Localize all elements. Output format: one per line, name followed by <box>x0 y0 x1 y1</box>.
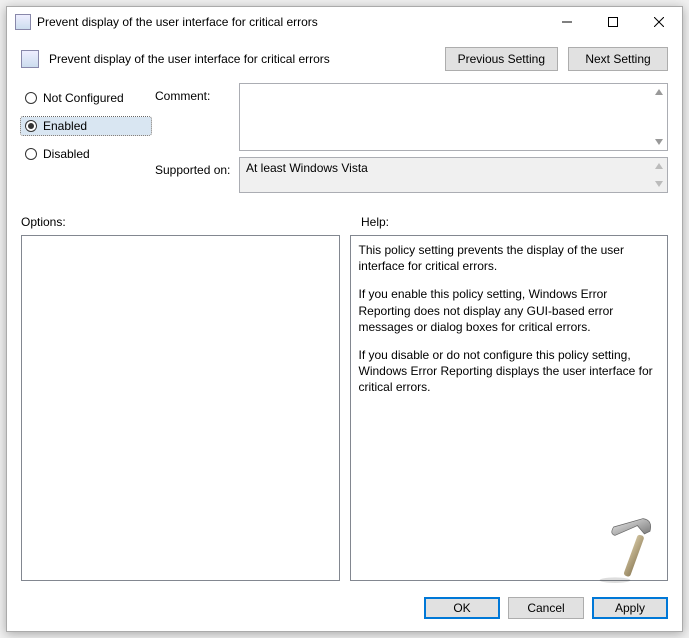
footer-buttons: OK Cancel Apply <box>7 589 682 631</box>
comment-label: Comment: <box>155 83 235 103</box>
help-paragraph: If you enable this policy setting, Windo… <box>359 286 660 335</box>
supported-label: Supported on: <box>155 157 235 177</box>
maximize-icon <box>608 17 618 27</box>
policy-icon <box>21 50 39 68</box>
policy-title: Prevent display of the user interface fo… <box>49 52 435 66</box>
minimize-button[interactable] <box>544 7 590 37</box>
lower-panels: This policy setting prevents the display… <box>7 233 682 589</box>
options-panel <box>21 235 340 581</box>
cancel-button[interactable]: Cancel <box>508 597 584 619</box>
titlebar: Prevent display of the user interface fo… <box>7 7 682 37</box>
help-panel: This policy setting prevents the display… <box>350 235 669 581</box>
radio-group: Not Configured Enabled Disabled <box>21 83 151 163</box>
radio-not-configured[interactable]: Not Configured <box>21 89 151 107</box>
comment-textarea[interactable] <box>239 83 668 151</box>
next-setting-button[interactable]: Next Setting <box>568 47 668 71</box>
apply-button[interactable]: Apply <box>592 597 668 619</box>
content-area: Prevent display of the user interface fo… <box>7 37 682 631</box>
supported-on-box: At least Windows Vista <box>239 157 668 193</box>
mid-grid: Not Configured Enabled Disabled Comment: <box>7 77 682 197</box>
help-paragraph: If you disable or do not configure this … <box>359 347 660 396</box>
header-row: Prevent display of the user interface fo… <box>7 37 682 77</box>
radio-icon <box>25 92 37 104</box>
previous-setting-button[interactable]: Previous Setting <box>445 47 558 71</box>
options-label: Options: <box>21 215 361 229</box>
radio-label: Enabled <box>43 119 87 133</box>
scroll-up-icon[interactable] <box>653 86 665 98</box>
scroll-down-icon[interactable] <box>653 136 665 148</box>
scroll-down-icon <box>653 178 665 190</box>
scroll-up-icon <box>653 160 665 172</box>
window-buttons <box>544 7 682 37</box>
minimize-icon <box>562 17 572 27</box>
radio-icon <box>25 148 37 160</box>
radio-icon <box>25 120 37 132</box>
maximize-button[interactable] <box>590 7 636 37</box>
close-button[interactable] <box>636 7 682 37</box>
window-title: Prevent display of the user interface fo… <box>37 15 544 29</box>
radio-disabled[interactable]: Disabled <box>21 145 151 163</box>
ok-button[interactable]: OK <box>424 597 500 619</box>
app-icon <box>15 14 31 30</box>
radio-label: Disabled <box>43 147 90 161</box>
close-icon <box>654 17 664 27</box>
radio-label: Not Configured <box>43 91 124 105</box>
dialog-window: Prevent display of the user interface fo… <box>6 6 683 632</box>
help-label: Help: <box>361 215 389 229</box>
supported-on-text: At least Windows Vista <box>246 161 368 175</box>
radio-enabled[interactable]: Enabled <box>21 117 151 135</box>
help-paragraph: This policy setting prevents the display… <box>359 242 660 274</box>
section-labels: Options: Help: <box>7 197 682 233</box>
